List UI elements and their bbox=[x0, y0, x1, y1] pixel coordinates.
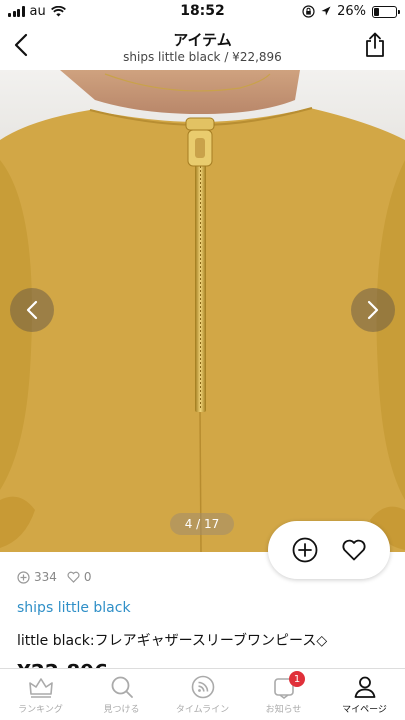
dress-back-image bbox=[0, 70, 405, 552]
item-stats: 334 0 bbox=[17, 570, 92, 584]
share-icon bbox=[366, 32, 384, 57]
save-count-value: 334 bbox=[34, 570, 57, 584]
lock-rotation-icon bbox=[302, 5, 315, 18]
tab-timeline-label: タイムライン bbox=[175, 705, 230, 715]
tab-discover-label: 見つける bbox=[103, 705, 140, 715]
notification-badge: 1 bbox=[289, 671, 305, 687]
heart-icon bbox=[67, 571, 80, 583]
plus-circle-icon bbox=[292, 537, 317, 563]
share-button[interactable] bbox=[361, 30, 389, 60]
feed-icon bbox=[191, 675, 214, 699]
add-to-list-button[interactable] bbox=[289, 534, 321, 566]
tab-bar: ランキング 見つける タイムライン 1 お知らせ マイページ bbox=[0, 668, 405, 720]
item-actions bbox=[268, 521, 390, 579]
tab-mypage-label: マイページ bbox=[342, 705, 387, 715]
chevron-left-icon bbox=[14, 33, 28, 57]
chevron-left-icon bbox=[26, 300, 38, 320]
status-bar: au 18:52 26% bbox=[0, 0, 405, 24]
location-icon bbox=[321, 6, 331, 16]
search-icon bbox=[111, 676, 133, 698]
battery-fill bbox=[374, 7, 380, 16]
tab-discover[interactable]: 見つける bbox=[81, 669, 162, 720]
page-title: アイテム bbox=[173, 31, 232, 49]
carousel-next-button[interactable] bbox=[351, 288, 395, 332]
carousel-prev-button[interactable] bbox=[10, 288, 54, 332]
chevron-right-icon bbox=[367, 300, 379, 320]
nav-header: アイテム ships little black / ¥22,896 bbox=[0, 24, 405, 68]
tab-ranking[interactable]: ランキング bbox=[0, 669, 81, 720]
tab-timeline[interactable]: タイムライン bbox=[162, 669, 243, 720]
heart-icon bbox=[341, 539, 366, 561]
like-count-value: 0 bbox=[83, 570, 92, 584]
tab-notifications[interactable]: 1 お知らせ bbox=[243, 669, 324, 720]
page-subtitle: ships little black / ¥22,896 bbox=[123, 50, 282, 64]
battery-percent: 26% bbox=[337, 4, 366, 19]
user-icon bbox=[354, 676, 375, 698]
tab-ranking-label: ランキング bbox=[18, 705, 63, 715]
back-button[interactable] bbox=[8, 30, 34, 60]
like-count: 0 bbox=[67, 570, 92, 584]
tab-notifications-label: お知らせ bbox=[265, 705, 302, 715]
save-count: 334 bbox=[17, 570, 57, 584]
status-right: 26% bbox=[302, 4, 400, 19]
item-name: little black:フレアギャザースリーブワンピース◇ bbox=[17, 633, 328, 649]
like-button[interactable] bbox=[338, 534, 370, 566]
page-indicator: 4 / 17 bbox=[170, 513, 234, 535]
plus-circle-icon bbox=[17, 570, 30, 584]
tab-mypage[interactable]: マイページ bbox=[324, 669, 405, 720]
battery-icon bbox=[372, 5, 400, 18]
product-photo[interactable]: 4 / 17 bbox=[0, 70, 405, 552]
crown-icon bbox=[28, 678, 53, 698]
brand-link[interactable]: ships little black bbox=[17, 600, 131, 616]
